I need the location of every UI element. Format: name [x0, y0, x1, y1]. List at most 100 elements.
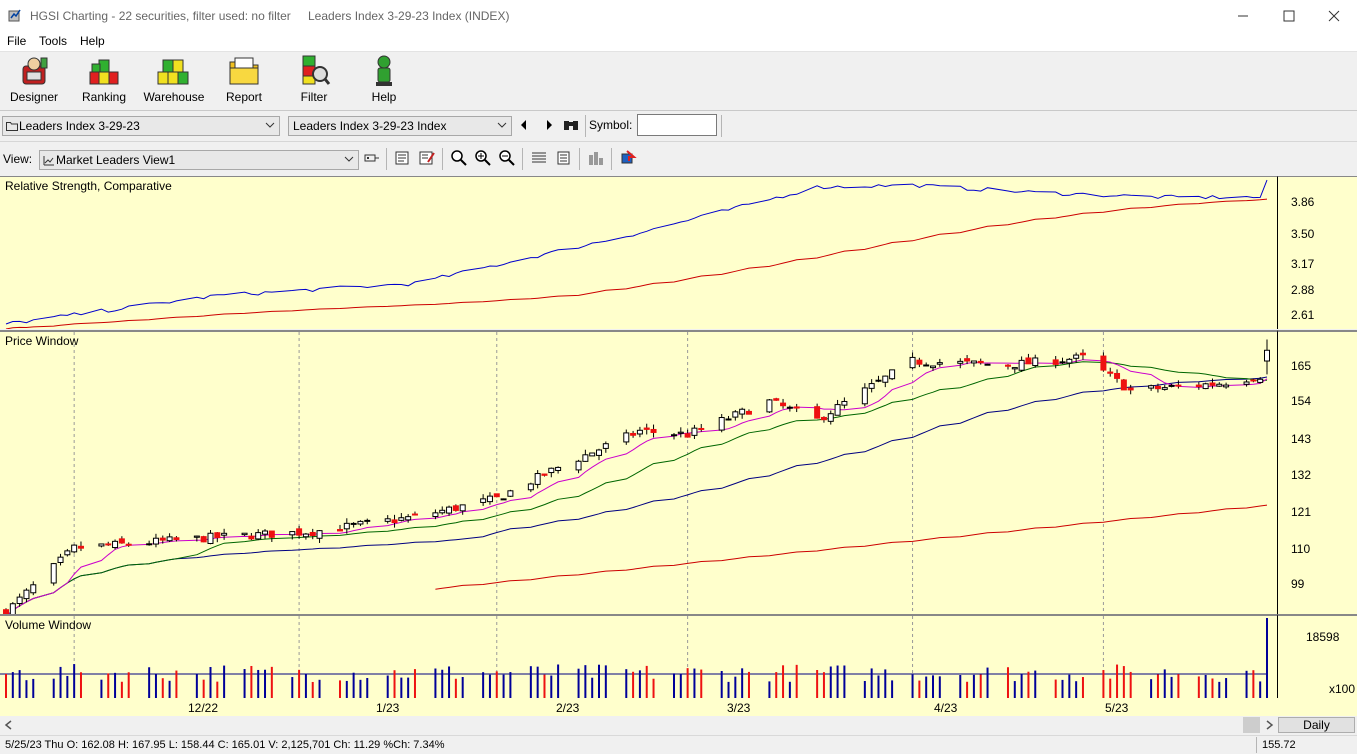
scroll-thumb[interactable] — [1243, 717, 1260, 733]
price-candle — [480, 498, 487, 503]
price-tick: 99 — [1291, 577, 1305, 591]
zoom-in-icon[interactable] — [474, 149, 492, 167]
filter-label: Filter — [300, 90, 328, 104]
price-candle — [527, 483, 534, 491]
price-candle — [698, 427, 705, 430]
date-label: 1/23 — [376, 701, 400, 715]
price-candle — [268, 530, 275, 538]
list-combo[interactable]: Leaders Index 3-29-23 — [2, 116, 280, 136]
edit-properties-icon[interactable] — [418, 149, 436, 167]
rs-tick: 3.17 — [1291, 257, 1315, 271]
bar-chart-icon[interactable] — [587, 149, 605, 167]
price-candle — [725, 418, 732, 421]
zoom-out-icon[interactable] — [498, 149, 516, 167]
binoculars-icon[interactable] — [562, 116, 580, 134]
rs-line — [5, 179, 1268, 325]
properties-icon[interactable] — [394, 149, 412, 167]
designer-icon — [22, 57, 48, 85]
price-candle — [289, 531, 296, 536]
view-combo[interactable]: Market Leaders View1 — [39, 150, 359, 170]
menu-tools[interactable]: Tools — [39, 34, 67, 48]
price-candle — [957, 360, 964, 364]
price-candle — [1059, 361, 1066, 364]
price-candle — [745, 410, 752, 415]
toolbar-separator — [579, 148, 580, 170]
date-label: 2/23 — [556, 701, 580, 715]
price-candle — [405, 516, 412, 521]
export-icon[interactable] — [619, 149, 637, 167]
menu-file[interactable]: File — [7, 34, 26, 48]
list-lines-icon[interactable] — [530, 149, 548, 167]
scroll-left-icon[interactable] — [3, 719, 15, 731]
price-candle — [1066, 358, 1073, 364]
price-tick: 132 — [1291, 468, 1312, 482]
price-candle — [507, 490, 514, 497]
price-candle — [889, 369, 896, 380]
table-icon[interactable] — [555, 149, 573, 167]
toolbar-separator — [585, 115, 586, 137]
price-chart — [3, 332, 1270, 614]
price-candle — [1250, 379, 1257, 382]
main-toolbar: Designer Ranking Warehouse Report Filter… — [0, 52, 1357, 111]
price-candle — [909, 356, 916, 369]
horizontal-scrollbar[interactable]: Daily — [0, 716, 1357, 734]
ranking-button[interactable]: Ranking — [72, 54, 136, 108]
price-candle — [30, 584, 37, 594]
price-axis: 165 154 143 132 121 110 99 — [1277, 330, 1357, 614]
zoom-icon[interactable] — [450, 149, 468, 167]
period-button[interactable]: Daily — [1278, 717, 1355, 733]
view-options-icon[interactable] — [363, 149, 381, 167]
price-candle — [23, 589, 30, 600]
maximize-button[interactable] — [1266, 0, 1312, 31]
warehouse-button[interactable]: Warehouse — [142, 54, 206, 108]
price-candle — [316, 530, 323, 539]
report-button[interactable]: Report — [212, 54, 276, 108]
price-candle — [439, 509, 446, 514]
toolbar-separator — [386, 148, 387, 170]
title-bar: HGSI Charting - 22 securities, filter us… — [0, 0, 1357, 31]
price-candle — [207, 532, 214, 544]
symbol-input[interactable] — [637, 114, 717, 136]
minimize-button[interactable] — [1220, 0, 1266, 31]
view-combo-value: Market Leaders View1 — [56, 153, 176, 167]
price-panel: Price Window — [0, 330, 1357, 614]
price-candle — [1148, 385, 1155, 389]
price-candle — [152, 537, 159, 545]
price-candle — [814, 406, 821, 419]
price-candle — [1114, 372, 1121, 379]
menu-help[interactable]: Help — [80, 34, 105, 48]
next-security-button[interactable] — [540, 116, 558, 134]
price-candle — [248, 535, 255, 540]
price-candle — [112, 540, 119, 549]
price-candle — [118, 538, 125, 544]
price-candle — [923, 364, 930, 367]
price-candle — [1209, 382, 1216, 386]
price-candle — [643, 427, 650, 430]
price-candle — [1216, 383, 1223, 387]
price-candle — [636, 429, 643, 435]
price-candle — [977, 360, 984, 364]
warehouse-icon — [157, 59, 189, 85]
help-button[interactable]: Help — [352, 54, 416, 108]
price-candle — [936, 362, 943, 365]
price-candle — [241, 532, 248, 536]
previous-security-button[interactable] — [516, 116, 534, 134]
price-candle — [964, 358, 971, 362]
report-label: Report — [225, 90, 263, 104]
volume-unit: x100 — [1329, 682, 1356, 696]
symbol-label: Symbol: — [589, 118, 633, 132]
scroll-right-icon[interactable] — [1263, 719, 1275, 731]
close-button[interactable] — [1311, 0, 1357, 31]
status-bar: 5/25/23 Thu O: 162.08 H: 167.95 L: 158.4… — [0, 735, 1357, 754]
price-candle — [343, 522, 350, 530]
price-candle — [534, 473, 541, 485]
price-candle — [541, 473, 548, 476]
price-candle — [98, 543, 105, 547]
security-combo[interactable]: Leaders Index 3-29-23 Index — [288, 116, 512, 136]
designer-button[interactable]: Designer — [2, 54, 66, 108]
filter-button[interactable]: Filter — [282, 54, 346, 108]
price-candle — [875, 379, 882, 382]
price-candle — [623, 432, 630, 443]
price-candle — [575, 460, 582, 471]
date-label: 5/23 — [1105, 701, 1129, 715]
